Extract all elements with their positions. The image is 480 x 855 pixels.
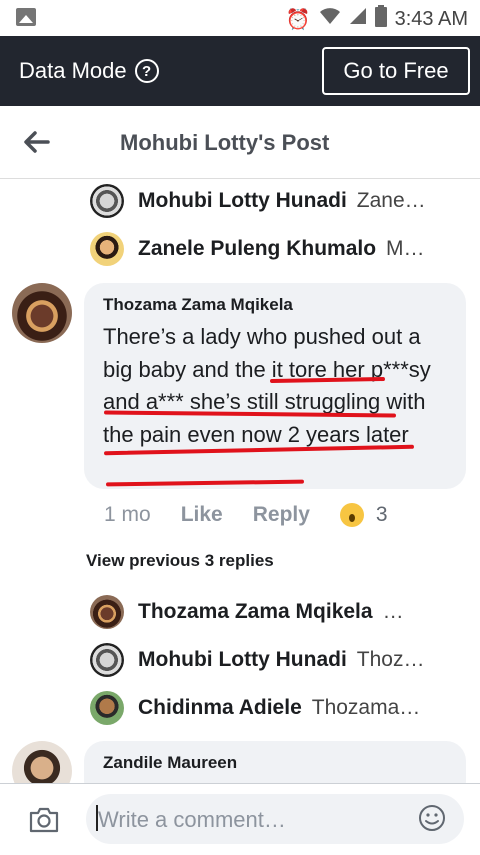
like-button[interactable]: Like [181,503,223,527]
avatar[interactable] [90,595,124,629]
reply-snippet: M… [386,237,425,260]
reply-button[interactable]: Reply [253,503,310,527]
back-arrow-icon[interactable] [22,128,50,156]
status-icons: ⏰ 3:43 AM [286,5,468,33]
comment-author-avatar[interactable] [12,283,72,343]
go-to-free-button[interactable]: Go to Free [322,47,470,95]
battery-icon [374,5,387,33]
avatar[interactable] [90,643,124,677]
help-icon[interactable]: ? [134,59,159,83]
wifi-icon [319,7,341,31]
wow-reaction-icon[interactable] [339,503,364,527]
camera-icon[interactable] [28,806,60,834]
reply-snippet: Zane… [356,189,426,212]
clock-time: 3:43 AM [394,7,468,30]
reply-author[interactable]: Mohubi Lotty Hunadi [138,189,347,213]
reply-author[interactable]: Chidinma Adiele [138,696,302,720]
reply-snippet: Thoz… [356,648,425,671]
comment-text: There’s a lady who pushed out a big baby… [103,324,431,447]
avatar[interactable] [90,184,124,218]
signal-icon [349,7,367,31]
comment-time: 1 mo [104,503,151,526]
comment-author[interactable]: Zandile Maureen [103,753,237,773]
reply-item[interactable]: Mohubi Lotty Hunadi Zane… [90,181,450,221]
reply-author[interactable]: Thozama Zama Mqikela [138,600,373,624]
comment-author[interactable]: Thozama Zama Mqikela [103,295,293,315]
post-header: Mohubi Lotty's Post [0,106,480,179]
view-previous-replies-link[interactable]: View previous 3 replies [86,551,274,571]
reply-item[interactable]: Thozama Zama Mqikela … [90,592,450,632]
emoji-icon[interactable] [418,804,446,832]
reply-item[interactable]: Mohubi Lotty Hunadi Thoz… [90,640,450,680]
comment-bubble[interactable]: Thozama Zama Mqikela There’s a lady who … [84,283,466,489]
data-mode-label: Data Mode [19,58,127,83]
comment-actions: 1 mo Like Reply 3 [104,503,388,527]
avatar[interactable] [90,232,124,266]
reply-author[interactable]: Zanele Puleng Khumalo [138,237,376,261]
alarm-icon: ⏰ [285,8,311,31]
avatar[interactable] [90,691,124,725]
comment-input-placeholder: Write a comment… [98,807,286,832]
reply-item[interactable]: Zanele Puleng Khumalo M… [90,229,450,269]
page-title: Mohubi Lotty's Post [120,130,330,155]
reply-snippet: Thozama… [311,696,421,719]
data-mode-bar: Data Mode ? Go to Free [0,36,480,106]
reply-item[interactable]: Chidinma Adiele Thozama… [90,688,450,728]
comment-composer: Write a comment… [0,783,480,855]
reaction-count[interactable]: 3 [376,503,388,527]
reply-snippet: … [382,600,404,623]
gallery-notification-icon [16,8,36,26]
data-mode-label-group[interactable]: Data Mode ? [19,58,159,84]
reply-author[interactable]: Mohubi Lotty Hunadi [138,648,347,672]
comment-input[interactable]: Write a comment… [86,794,464,844]
status-bar: ⏰ 3:43 AM [0,0,480,36]
